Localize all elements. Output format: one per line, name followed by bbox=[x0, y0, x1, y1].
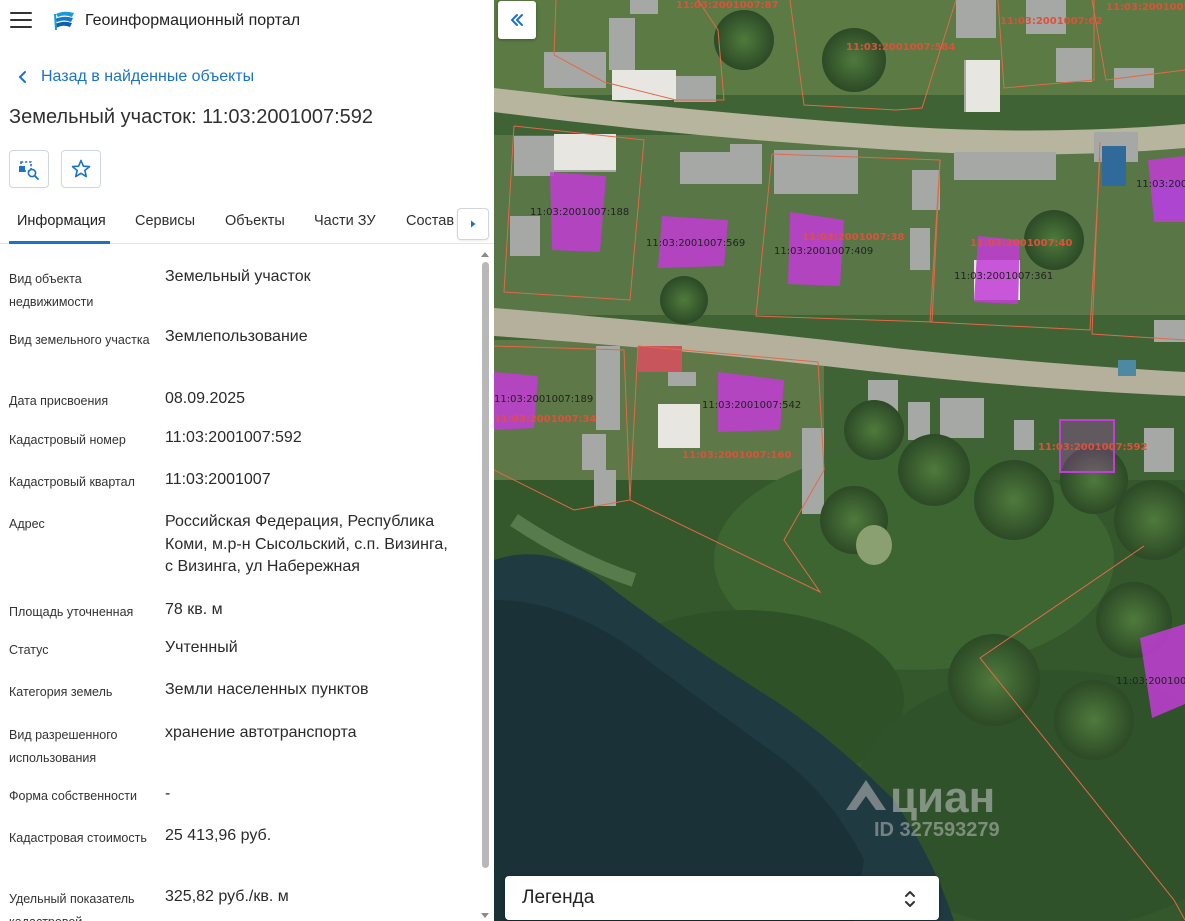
info-list: Вид объекта недвижимости Земельный участ… bbox=[0, 250, 478, 921]
parcel-label: 11:03:2001007:361 bbox=[954, 271, 1053, 282]
info-value: 11:03:2001007 bbox=[165, 471, 271, 488]
parcel-label: 11:03:2001007:569 bbox=[646, 238, 745, 249]
chevron-left-icon bbox=[19, 71, 26, 83]
star-icon bbox=[71, 159, 91, 178]
tab-objects[interactable]: Объекты bbox=[225, 213, 285, 229]
info-label: Категория земель bbox=[9, 685, 113, 699]
info-label: Вид разрешенного использования bbox=[9, 728, 118, 765]
info-value: Земельный участок bbox=[165, 268, 311, 285]
parcel-label: 11:03:2001007:542 bbox=[702, 400, 801, 411]
tab-composition[interactable]: Состав bbox=[406, 213, 454, 229]
double-chevron-left-icon bbox=[511, 14, 523, 26]
tab-information[interactable]: Информация bbox=[17, 213, 106, 229]
add-to-favorites-button[interactable] bbox=[61, 150, 101, 188]
zoom-to-object-button[interactable] bbox=[9, 150, 49, 188]
page-title: Земельный участок: 11:03:2001007:592 bbox=[9, 106, 374, 128]
satellite-map: 11:03:2001007:87 11:03:2001007:584 11:03… bbox=[494, 0, 1185, 921]
parcel-label: 11:03:2001007:592 bbox=[1038, 442, 1147, 453]
info-label: Кадастровый квартал bbox=[9, 475, 135, 489]
active-tab-indicator bbox=[9, 241, 110, 244]
info-label: Статус bbox=[9, 643, 49, 657]
info-label: Вид земельного участка bbox=[9, 333, 150, 347]
portal-logo-icon bbox=[54, 11, 74, 30]
info-value: Землепользование bbox=[165, 328, 308, 345]
info-label: Форма собственности bbox=[9, 789, 137, 803]
parcel-label: 11:03:2001007:38 bbox=[802, 232, 904, 243]
parcel-label: 11:03:2001007:40 bbox=[970, 238, 1072, 249]
parcel-label: 11:03:2001007 bbox=[1136, 179, 1185, 190]
parcel-label: 11:03:2001007 bbox=[1116, 676, 1185, 687]
info-label: Площадь уточненная bbox=[9, 605, 134, 619]
map-view[interactable]: 11:03:2001007:87 11:03:2001007:584 11:03… bbox=[494, 0, 1185, 921]
collapse-panel-button[interactable] bbox=[498, 1, 536, 39]
info-value: 08.09.2025 bbox=[165, 390, 246, 407]
info-value: 25 413,96 руб. bbox=[165, 827, 272, 844]
info-value: Земли населенных пунктов bbox=[165, 681, 369, 698]
parcel-label: 11:03:2001007:409 bbox=[774, 246, 873, 257]
parcel-label: 11:03:2001007:189 bbox=[494, 394, 593, 405]
scroll-up-arrow-icon[interactable] bbox=[481, 252, 489, 257]
back-to-results-link[interactable]: Назад в найденные объекты bbox=[12, 66, 254, 88]
scrollbar-thumb[interactable] bbox=[482, 262, 489, 868]
parcel-label: 11:03:2001007:34 bbox=[494, 414, 596, 425]
info-value: 78 кв. м bbox=[165, 601, 223, 618]
tab-services[interactable]: Сервисы bbox=[135, 213, 195, 229]
watermark-id: ID 327593279 bbox=[874, 819, 1000, 841]
hamburger-icon[interactable] bbox=[10, 12, 32, 30]
info-label: Кадастровый номер bbox=[9, 433, 126, 447]
parcel-label: 11:03:2001007:584 bbox=[846, 42, 955, 53]
info-label: Вид объекта недвижимости bbox=[9, 272, 94, 309]
tab-bar: Информация Сервисы Объекты Части ЗУ Сост… bbox=[0, 204, 494, 244]
parcel-label: 11:03:2001007:66 bbox=[1106, 2, 1185, 13]
legend-label: Легенда bbox=[522, 887, 595, 908]
side-panel: Геоинформационный портал Назад в найденн… bbox=[0, 0, 494, 921]
legend-panel[interactable]: Легенда bbox=[505, 876, 939, 920]
info-label: Кадастровая стоимость bbox=[9, 831, 147, 845]
info-label: Адрес bbox=[9, 517, 45, 531]
info-value: Российская Федерация, Республика Коми, м… bbox=[165, 513, 448, 575]
parcel-label: 11:03:2001007:188 bbox=[530, 207, 629, 218]
info-value: 11:03:2001007:592 bbox=[165, 429, 302, 446]
info-value: - bbox=[165, 785, 171, 802]
chevron-right-icon bbox=[471, 220, 476, 228]
info-label: Удельный показатель кадастровой bbox=[9, 892, 135, 921]
parcel-label: 11:03:2001007:62 bbox=[1000, 16, 1102, 27]
tab-parts[interactable]: Части ЗУ bbox=[314, 213, 376, 229]
parcel-label: 11:03:2001007:160 bbox=[682, 450, 791, 461]
zoom-to-object-icon bbox=[19, 161, 39, 180]
unfold-icon bbox=[905, 891, 915, 907]
info-value: Учтенный bbox=[165, 639, 238, 656]
scroll-down-arrow-icon[interactable] bbox=[481, 913, 489, 918]
tabs-scroll-right-button[interactable] bbox=[457, 208, 489, 240]
watermark-brand: циан bbox=[890, 773, 995, 822]
back-link-label: Назад в найденные объекты bbox=[41, 68, 255, 85]
top-bar: Геоинформационный портал bbox=[0, 0, 494, 44]
portal-title: Геоинформационный портал bbox=[85, 12, 301, 29]
info-value: хранение автотранспорта bbox=[165, 724, 357, 741]
info-value: 325,82 руб./кв. м bbox=[165, 888, 289, 905]
parcel-label: 11:03:2001007:87 bbox=[676, 0, 778, 11]
info-label: Дата присвоения bbox=[9, 394, 109, 408]
